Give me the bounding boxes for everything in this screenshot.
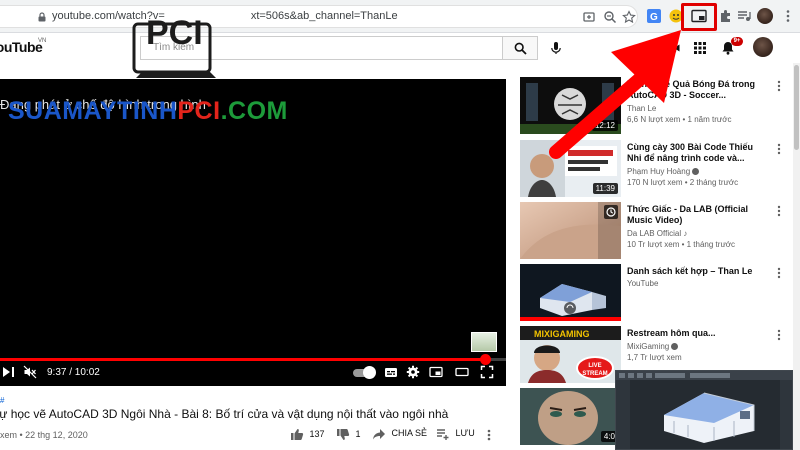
video-hashtag[interactable]: # [0, 396, 4, 405]
address-bar[interactable]: youtube.com/watch?v= xt=506s&ab_channel=T… [0, 5, 638, 28]
subtitles-icon[interactable] [384, 365, 398, 379]
video-stats: 10 Tr lượt xem • 1 tháng trước [627, 240, 736, 249]
theater-mode-icon[interactable] [455, 365, 469, 379]
browser-profile-avatar[interactable] [757, 8, 773, 24]
youtube-header: YouTube VN Tìm kiếm [0, 33, 800, 63]
fullscreen-icon[interactable] [480, 365, 494, 379]
channel-name[interactable]: Than Le [627, 104, 656, 113]
video-meta: xem • 22 thg 12, 2020 [0, 430, 88, 440]
video-title: Thức Giấc - Da LAB (Official Music Video… [627, 204, 749, 225]
more-options-icon[interactable] [777, 80, 781, 92]
recommended-video[interactable]: 11:39 Cùng cày 300 Bài Code Thiếu Nhi để… [520, 140, 800, 200]
bookmark-star-icon[interactable] [622, 10, 636, 24]
time-display: 9:37 / 10:02 [47, 367, 100, 378]
mute-icon[interactable] [23, 365, 37, 379]
video-title: Cùng cày 300 Bài Code Thiếu Nhi để nâng … [627, 142, 754, 163]
more-options-icon[interactable] [777, 267, 781, 279]
region-code: VN [38, 38, 47, 44]
recommended-video[interactable]: 12:12 Tự học vẽ Quả Bóng Đá trong AutoCA… [520, 77, 800, 137]
video-thumbnail[interactable]: 11:39 [520, 140, 621, 197]
video-thumbnail[interactable]: MIXIGAMING LIVE STREAM [520, 326, 621, 383]
youtube-account-avatar[interactable] [753, 37, 773, 57]
youtube-logo[interactable]: YouTube [0, 39, 43, 55]
autoplay-knob [363, 366, 376, 379]
video-duration: 11:39 [592, 183, 618, 194]
channel-watermark-thumb[interactable] [471, 332, 497, 352]
extensions-puzzle-icon[interactable] [718, 8, 734, 24]
video-duration: 12:12 [591, 120, 618, 131]
video-title: Danh sách kết hợp – Than Le [627, 266, 753, 276]
more-options-icon[interactable] [777, 329, 781, 341]
play-icon[interactable] [2, 365, 16, 379]
dislike-button[interactable]: 1 [336, 428, 361, 442]
share-arrow-icon [373, 429, 385, 440]
video-stats: 170 N lượt xem • 2 tháng trước [627, 178, 739, 187]
progress-bar[interactable] [0, 354, 506, 365]
share-page-icon[interactable] [582, 10, 596, 24]
video-player[interactable]: Đang phát ở chế độ hình trong hình SUAMA… [0, 79, 506, 386]
url-text: youtube.com/watch?v= xt=506s&ab_channel=T… [52, 10, 398, 22]
create-video-icon[interactable] [665, 40, 681, 56]
video-title: Tự học vẽ Quả Bóng Đá trong AutoCAD 3D -… [627, 79, 756, 100]
notification-count-badge: 9+ [731, 37, 743, 46]
video-stats: 1,7 Tr lượt xem [627, 353, 682, 362]
search-placeholder: Tìm kiếm [153, 42, 195, 53]
video-thumbnail[interactable]: 12:12 [520, 77, 621, 134]
recommended-video[interactable]: Thức Giấc - Da LAB (Official Music Video… [520, 202, 800, 262]
apps-grid-icon[interactable] [692, 40, 708, 56]
more-options-icon[interactable] [777, 205, 781, 217]
settings-gear-icon[interactable] [406, 365, 420, 379]
site-watermark: SUAMAYTINHPCI.COM [8, 97, 288, 125]
search-input[interactable]: Tìm kiếm [140, 36, 502, 60]
translate-extension-icon[interactable]: G [646, 8, 662, 24]
watch-later-icon[interactable] [604, 205, 618, 219]
save-button[interactable]: LƯU [436, 428, 475, 442]
verified-badge-icon [671, 343, 679, 351]
dislike-count: 1 [355, 428, 361, 439]
live-stream-badge: LIVE STREAM [576, 356, 614, 380]
media-controls-icon[interactable] [736, 8, 752, 24]
search-button[interactable] [502, 36, 538, 60]
video-thumbnail[interactable]: 4:0 [520, 388, 621, 445]
miniplayer-icon[interactable] [429, 365, 443, 379]
music-note-icon: ♪ [683, 229, 688, 238]
channel-name[interactable]: YouTube [627, 279, 658, 288]
verified-badge-icon [692, 168, 700, 176]
video-title: Tự học vẽ AutoCAD 3D Ngôi Nhà - Bài 8: B… [0, 407, 449, 421]
add-to-playlist-icon [437, 429, 449, 440]
channel-name[interactable]: Phạm Huy Hoàng [627, 167, 700, 176]
more-actions-icon[interactable] [487, 429, 491, 441]
like-button[interactable]: 137 [290, 428, 325, 442]
page-scrollbar[interactable] [793, 63, 800, 450]
progress-bar-fill [0, 358, 485, 361]
svg-text:G: G [650, 12, 658, 23]
channel-name[interactable]: Da LAB Official ♪ [627, 229, 687, 238]
recommended-mix[interactable]: Danh sách kết hợp – Than Le YouTube [520, 264, 800, 324]
svg-text:MIXIGAMING: MIXIGAMING [534, 329, 590, 339]
microphone-icon[interactable] [548, 40, 564, 56]
zoom-icon[interactable] [603, 10, 617, 24]
browser-toolbar: youtube.com/watch?v= xt=506s&ab_channel=T… [0, 0, 800, 33]
search-icon [514, 42, 527, 55]
share-button[interactable]: CHIA SẺ [372, 428, 427, 442]
channel-name[interactable]: MixiGaming [627, 342, 679, 351]
like-count: 137 [309, 428, 325, 439]
thumbs-up-icon [291, 429, 304, 440]
thumbs-down-icon [337, 429, 350, 440]
lock-icon [38, 12, 46, 22]
progress-scrubber[interactable] [479, 354, 491, 365]
video-thumbnail[interactable] [520, 202, 621, 259]
video-thumbnail[interactable] [520, 264, 621, 321]
pip-button-highlight [681, 3, 717, 31]
video-stats: 6,6 N lượt xem • 1 năm trước [627, 115, 732, 124]
scrollbar-thumb[interactable] [794, 65, 799, 150]
picture-in-picture-window[interactable] [615, 370, 793, 450]
browser-menu-icon[interactable] [780, 8, 796, 24]
more-options-icon[interactable] [777, 143, 781, 155]
video-title: Restream hôm qua... [627, 328, 716, 338]
